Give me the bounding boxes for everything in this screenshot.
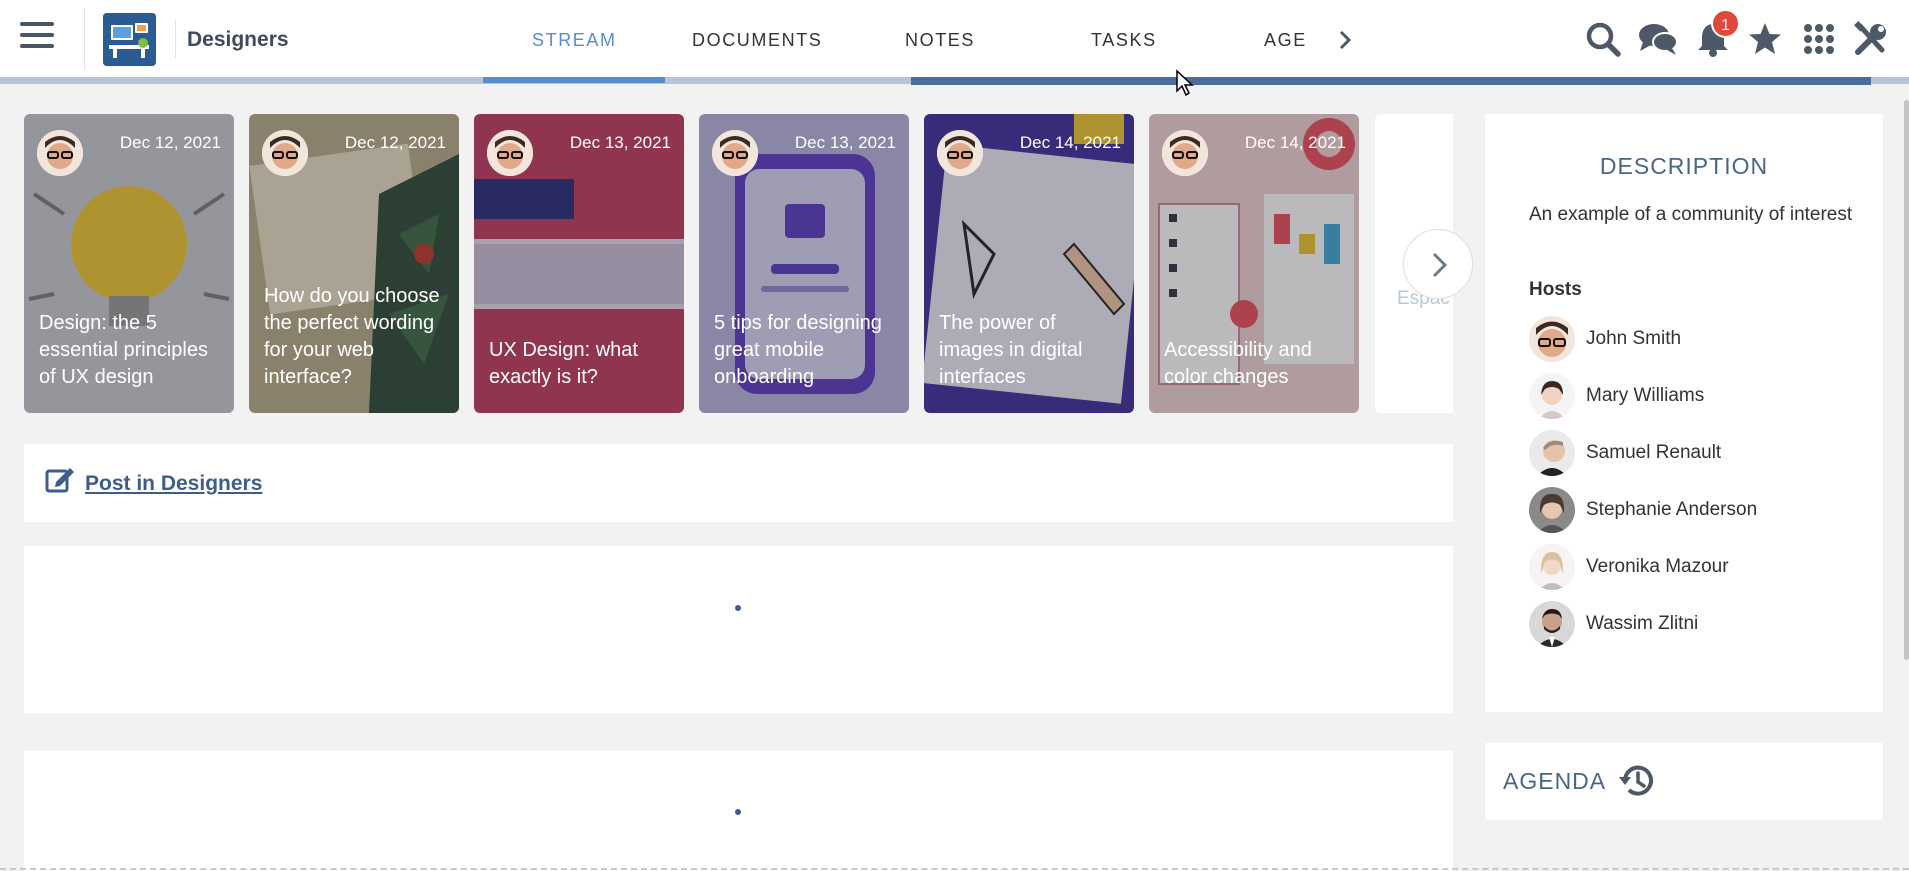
tab-stream[interactable]: STREAM [532, 30, 617, 51]
scrollbar[interactable] [1904, 100, 1909, 660]
loading-progress-bar [911, 77, 1871, 85]
author-avatar [712, 130, 758, 176]
history-icon[interactable] [1617, 761, 1657, 801]
card-title: 5 tips for designing great mobile onboar… [714, 312, 882, 388]
news-card[interactable]: Dec 12, 2021 Design: the 5 essential pri… [24, 114, 234, 413]
space-tabs: STREAM DOCUMENTS NOTES TASKS AGE [483, 0, 1363, 78]
news-card[interactable]: Dec 14, 2021 The power of images in digi… [924, 114, 1134, 413]
card-date: Dec 12, 2021 [119, 133, 221, 152]
menu-icon[interactable] [20, 22, 54, 54]
card-title: How do you choose the perfect wording fo… [264, 285, 440, 388]
chat-icon[interactable] [1637, 20, 1678, 58]
host-item[interactable]: Veronika Mazour [1529, 544, 1859, 590]
avatar [1529, 601, 1575, 647]
space-name[interactable]: Designers [187, 28, 289, 52]
avatar [1529, 373, 1575, 419]
edit-icon[interactable] [45, 465, 75, 495]
loading-spinner [735, 605, 741, 611]
loading-spinner [735, 809, 741, 815]
host-item[interactable]: Samuel Renault [1529, 430, 1859, 476]
search-icon[interactable] [1584, 20, 1622, 58]
host-name: John Smith [1586, 328, 1682, 349]
tab-notes[interactable]: NOTES [905, 30, 975, 51]
host-item[interactable]: John Smith [1529, 316, 1859, 362]
divider [84, 8, 85, 70]
news-card[interactable]: Dec 13, 2021 5 tips for designing great … [699, 114, 909, 413]
host-item[interactable]: Wassim Zlitni [1529, 601, 1859, 647]
apps-grid-icon[interactable] [1800, 20, 1838, 58]
host-name: Samuel Renault [1586, 442, 1722, 463]
space-logo[interactable] [103, 13, 156, 66]
tools-icon[interactable] [1852, 20, 1890, 58]
card-date: Dec 14, 2021 [1019, 133, 1121, 152]
card-title: The power of images in digital interface… [939, 312, 1083, 388]
hosts-label: Hosts [1529, 279, 1582, 300]
author-avatar [37, 130, 83, 176]
tab-active-indicator [483, 77, 665, 83]
card-date: Dec 13, 2021 [569, 133, 671, 152]
card-title: Accessibility and color changes [1164, 339, 1312, 388]
news-card[interactable]: Dec 12, 2021 How do you choose the perfe… [249, 114, 459, 413]
host-item[interactable]: Mary Williams [1529, 373, 1859, 419]
author-avatar [937, 130, 983, 176]
card-date: Dec 12, 2021 [344, 133, 446, 152]
card-date: Dec 13, 2021 [794, 133, 896, 152]
card-title: UX Design: what exactly is it? [489, 339, 638, 388]
star-icon[interactable] [1746, 20, 1784, 58]
card-title: Design: the 5 essential principles of UX… [39, 312, 208, 388]
host-name: Stephanie Anderson [1586, 499, 1758, 520]
chevron-right-icon[interactable] [1337, 28, 1353, 59]
host-name: Mary Williams [1586, 385, 1705, 406]
notification-badge: 1 [1711, 9, 1740, 38]
author-avatar [262, 130, 308, 176]
news-card[interactable]: Dec 14, 2021 Accessibility and color cha… [1149, 114, 1359, 413]
avatar [1529, 430, 1575, 476]
author-avatar [1162, 130, 1208, 176]
description-title: DESCRIPTION [1599, 153, 1769, 179]
news-card[interactable]: Dec 13, 2021 UX Design: what exactly is … [474, 114, 684, 413]
divider [0, 868, 1909, 870]
avatar [1529, 316, 1575, 362]
agenda-title: AGENDA [1503, 768, 1607, 794]
activity-loading-placeholder [24, 546, 1453, 713]
tab-tasks[interactable]: TASKS [1091, 30, 1157, 51]
host-item[interactable]: Stephanie Anderson [1529, 487, 1859, 533]
host-name: Veronika Mazour [1586, 556, 1729, 577]
card-date: Dec 14, 2021 [1244, 133, 1346, 152]
avatar [1529, 544, 1575, 590]
author-avatar [487, 130, 533, 176]
post-in-space-link[interactable]: Post in Designers [85, 472, 262, 496]
host-name: Wassim Zlitni [1586, 613, 1699, 634]
mouse-cursor-icon [1175, 69, 1195, 97]
tab-documents[interactable]: DOCUMENTS [692, 30, 822, 51]
carousel-next-button[interactable] [1403, 229, 1473, 299]
description-text: An example of a community of interest [1529, 204, 1853, 225]
tab-agenda[interactable]: AGE [1264, 30, 1307, 51]
divider [175, 20, 176, 58]
avatar [1529, 487, 1575, 533]
